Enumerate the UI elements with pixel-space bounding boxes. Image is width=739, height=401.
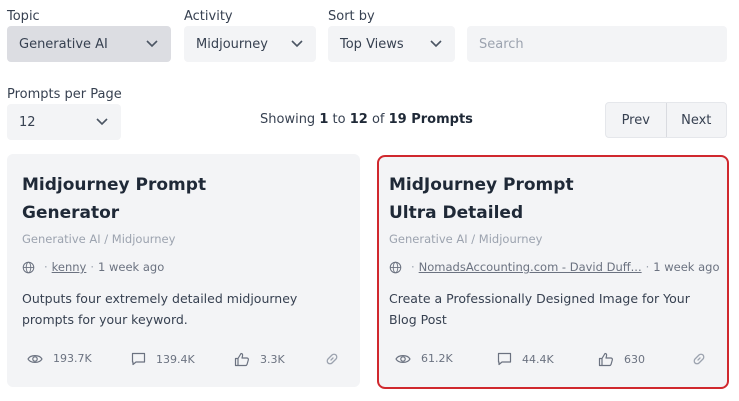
prompt-card[interactable]: MidJourney Prompt Ultra Detailed Generat… (377, 155, 729, 389)
results-summary: Showing 1 to 12 of 19 Prompts (260, 112, 473, 127)
card-author-link[interactable]: NomadsAccounting.com - David Duff... (419, 260, 642, 274)
sort-select[interactable]: Top Views (328, 26, 455, 62)
topic-label: Topic (7, 9, 40, 24)
next-button[interactable]: Next (665, 103, 727, 137)
results-from: 1 (319, 112, 329, 127)
activity-select[interactable]: Midjourney (184, 26, 316, 62)
link-icon[interactable] (692, 352, 706, 366)
chevron-down-icon (290, 37, 304, 51)
chevron-down-icon (145, 37, 159, 51)
card-meta: · kenny · 1 week ago (22, 260, 164, 274)
card-time: 1 week ago (98, 260, 165, 274)
per-page-select[interactable]: 12 (7, 104, 121, 140)
thumbs-up-icon (234, 352, 249, 367)
thumbs-up-icon (598, 352, 613, 367)
results-to: 12 (349, 112, 368, 127)
sort-label: Sort by (328, 9, 375, 24)
views-stat: 61.2K (395, 352, 453, 365)
sort-select-value: Top Views (340, 36, 404, 52)
card-author-link[interactable]: kenny (52, 260, 87, 274)
comments-count: 44.4K (522, 352, 554, 366)
globe-icon (389, 261, 402, 273)
topic-select[interactable]: Generative AI (7, 26, 171, 62)
prev-button[interactable]: Prev (606, 103, 666, 137)
card-time: 1 week ago (653, 260, 720, 274)
per-page-select-value: 12 (19, 114, 36, 130)
comment-icon (131, 352, 146, 366)
card-description: Create a Professionally Designed Image f… (389, 291, 690, 327)
pagination: Prev Next (605, 102, 727, 138)
views-count: 61.2K (421, 352, 453, 365)
likes-count: 630 (624, 353, 645, 366)
comment-icon (497, 352, 512, 366)
card-title[interactable]: Midjourney Prompt Generator (22, 171, 282, 227)
comments-count: 139.4K (156, 352, 195, 366)
comments-stat[interactable]: 44.4K (497, 352, 554, 366)
activity-select-value: Midjourney (196, 36, 268, 52)
results-total: 19 Prompts (388, 112, 473, 127)
topic-select-value: Generative AI (19, 36, 108, 52)
likes-stat[interactable]: 630 (598, 352, 645, 367)
likes-stat[interactable]: 3.3K (234, 352, 285, 367)
card-category[interactable]: Generative AI / Midjourney (389, 232, 542, 246)
card-meta: · NomadsAccounting.com - David Duff... ·… (389, 260, 720, 274)
likes-count: 3.3K (260, 353, 285, 366)
comments-stat[interactable]: 139.4K (131, 352, 195, 366)
prompt-card[interactable]: Midjourney Prompt Generator Generative A… (7, 154, 360, 387)
views-count: 193.7K (53, 352, 92, 365)
eye-icon (27, 354, 43, 363)
chevron-down-icon (429, 37, 443, 51)
views-stat: 193.7K (27, 352, 92, 365)
chevron-down-icon (95, 115, 109, 129)
card-description: Outputs four extremely detailed midjourn… (22, 291, 298, 327)
eye-icon (395, 354, 411, 363)
card-category[interactable]: Generative AI / Midjourney (22, 232, 175, 246)
link-icon[interactable] (325, 352, 339, 366)
card-title[interactable]: MidJourney Prompt Ultra Detailed (389, 171, 649, 227)
per-page-label: Prompts per Page (7, 87, 122, 102)
search-input[interactable] (467, 26, 727, 62)
activity-label: Activity (184, 9, 233, 24)
globe-icon (22, 261, 35, 273)
